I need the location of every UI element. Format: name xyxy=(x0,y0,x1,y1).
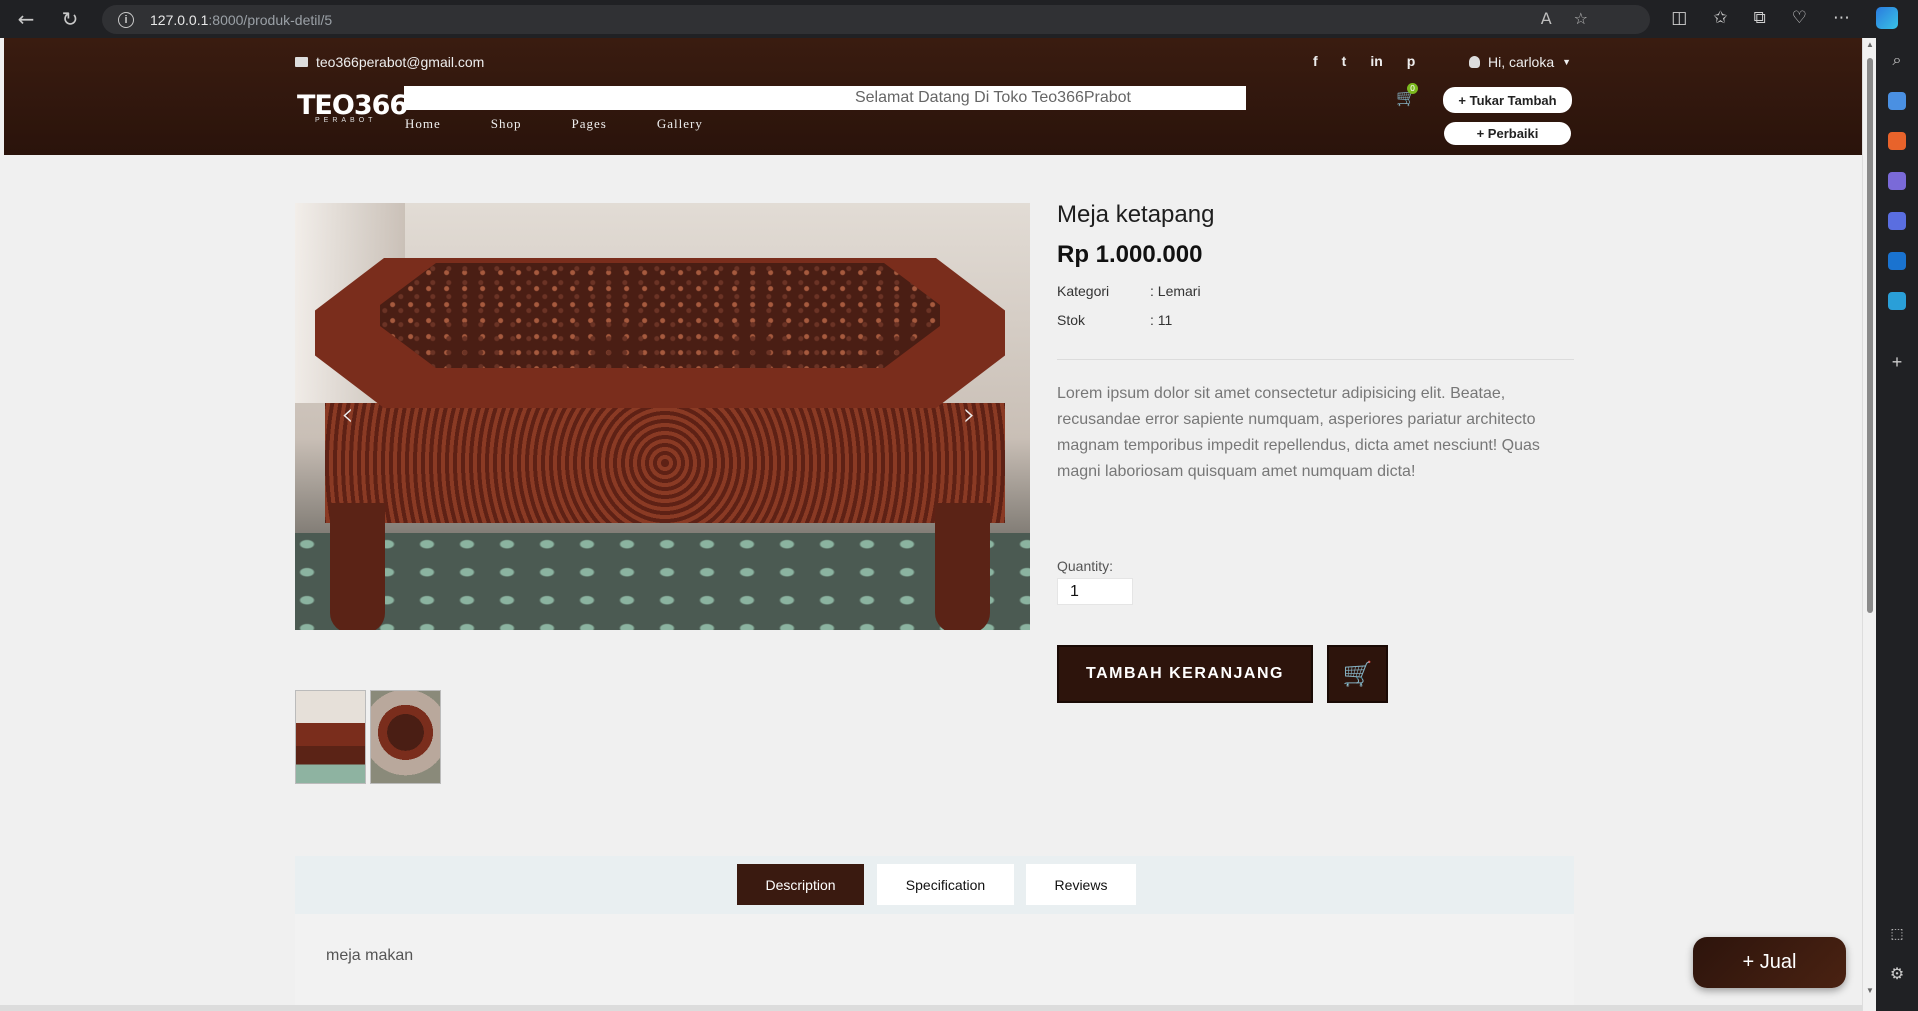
tab-description[interactable]: Description xyxy=(737,864,864,905)
product-description: Lorem ipsum dolor sit amet consectetur a… xyxy=(1057,385,1540,480)
user-greeting: Hi, carloka xyxy=(1488,54,1555,70)
edge-sidebar: ⌕ + ⬚ ⚙ xyxy=(1876,38,1918,1011)
cart-icon: 🛒 xyxy=(1342,660,1373,688)
jual-button[interactable]: + Jual xyxy=(1693,937,1846,988)
more-menu-icon[interactable]: ⋯ xyxy=(1833,8,1850,28)
product-title: Meja ketapang xyxy=(1057,201,1215,228)
nav-home[interactable]: Home xyxy=(405,116,441,132)
image-table-apron xyxy=(325,403,1005,523)
category-label: Kategori xyxy=(1057,283,1110,299)
settings-icon[interactable]: ⚙ xyxy=(1890,964,1904,984)
twitter-icon[interactable]: t xyxy=(1342,53,1347,69)
scroll-up-icon[interactable]: ▲ xyxy=(1866,40,1874,49)
welcome-banner: Selamat Datang Di Toko Teo366Prabot xyxy=(404,86,1246,110)
read-aloud-icon[interactable]: A xyxy=(1541,9,1552,28)
outlook-icon[interactable] xyxy=(1888,252,1906,270)
nav-pages[interactable]: Pages xyxy=(572,116,607,132)
product-thumbnail-2[interactable] xyxy=(370,690,441,784)
quantity-label: Quantity: xyxy=(1057,558,1114,574)
product-image-carousel[interactable]: ‹ › xyxy=(295,203,1030,630)
tab-reviews[interactable]: Reviews xyxy=(1026,864,1136,905)
tools-icon[interactable] xyxy=(1888,132,1906,150)
favorite-star-icon[interactable]: ☆ xyxy=(1574,9,1588,28)
tukar-tambah-button[interactable]: + Tukar Tambah xyxy=(1443,87,1572,113)
nav-shop[interactable]: Shop xyxy=(491,116,522,132)
nav-gallery[interactable]: Gallery xyxy=(657,116,703,132)
search-icon[interactable]: ⌕ xyxy=(1893,52,1902,70)
stock-label: Stok xyxy=(1057,312,1086,328)
games-icon[interactable] xyxy=(1888,172,1906,190)
page: teo366perabot@gmail.com f t in p Hi, car… xyxy=(4,38,1862,1011)
social-links: f t in p xyxy=(1313,53,1415,69)
url-host: 127.0.0.1 xyxy=(150,11,209,28)
split-screen-icon[interactable]: ◫ xyxy=(1671,8,1687,28)
copilot-side-icon[interactable] xyxy=(1888,212,1906,230)
reload-icon[interactable]: ↻ xyxy=(52,1,88,37)
image-table-leg xyxy=(330,503,385,630)
browser-toolbar: ← ↻ i 127.0.0.1:8000/produk-detil/5 A ☆ … xyxy=(0,0,1918,38)
image-table-leg xyxy=(935,503,990,630)
cart-button[interactable]: 🛒 xyxy=(1327,645,1388,703)
stock-value: : 11 xyxy=(1150,312,1173,328)
cart-count-badge: 0 xyxy=(1407,83,1418,94)
site-logo[interactable]: TEO366 PERABOT xyxy=(297,90,408,124)
page-scrollbar[interactable]: ▲ ▼ xyxy=(1862,38,1876,1011)
user-icon xyxy=(1469,56,1480,68)
caret-down-icon: ▼ xyxy=(1562,57,1572,67)
tab-panel xyxy=(295,914,1574,1011)
site-header: teo366perabot@gmail.com f t in p Hi, car… xyxy=(4,38,1862,155)
tab-content: meja makan xyxy=(326,947,414,964)
image-floor xyxy=(295,533,1030,630)
url-path: :8000/produk-detil/5 xyxy=(208,11,333,28)
screenshot-icon[interactable]: ⬚ xyxy=(1890,925,1903,942)
product-price: Rp 1.000.000 xyxy=(1057,241,1203,268)
add-icon[interactable]: + xyxy=(1892,352,1903,373)
quantity-input[interactable]: 1 xyxy=(1057,578,1133,605)
telegram-icon[interactable] xyxy=(1888,292,1906,310)
site-info-icon[interactable]: i xyxy=(118,11,134,28)
mail-icon xyxy=(295,57,308,67)
linkedin-icon[interactable]: in xyxy=(1370,53,1382,69)
product-stock: Stok : 11 xyxy=(1057,312,1172,328)
scroll-down-icon[interactable]: ▼ xyxy=(1866,986,1874,995)
main-nav: Home Shop Pages Gallery xyxy=(405,116,703,132)
tab-specification[interactable]: Specification xyxy=(877,864,1014,905)
product-category: Kategori : Lemari xyxy=(1057,283,1201,299)
contact-email: teo366perabot@gmail.com xyxy=(295,54,484,70)
facebook-icon[interactable]: f xyxy=(1313,53,1318,69)
add-to-cart-button[interactable]: TAMBAH KERANJANG xyxy=(1057,645,1313,703)
user-menu[interactable]: Hi, carloka ▼ xyxy=(1469,54,1571,70)
favorites-icon[interactable]: ✩ xyxy=(1713,8,1727,28)
health-icon[interactable]: ♡ xyxy=(1792,8,1807,28)
back-icon[interactable]: ← xyxy=(8,1,44,37)
shopping-icon[interactable] xyxy=(1888,92,1906,110)
carousel-prev-icon[interactable]: ‹ xyxy=(341,395,354,433)
product-thumbnail-1[interactable] xyxy=(295,690,366,784)
email-text: teo366perabot@gmail.com xyxy=(316,54,485,70)
collections-icon[interactable]: ⧉ xyxy=(1754,8,1766,28)
category-value: : Lemari xyxy=(1150,283,1201,299)
divider xyxy=(1057,359,1574,360)
cart-icon[interactable]: 🛒 0 xyxy=(1396,83,1418,107)
copilot-icon[interactable] xyxy=(1876,7,1898,29)
address-bar[interactable]: i 127.0.0.1:8000/produk-detil/5 xyxy=(102,5,1650,34)
welcome-text: Selamat Datang Di Toko Teo366Prabot xyxy=(854,89,1131,106)
pinterest-icon[interactable]: p xyxy=(1407,53,1416,69)
scroll-thumb[interactable] xyxy=(1867,58,1873,613)
bottom-scrollbar[interactable] xyxy=(0,1005,1862,1011)
image-table-inlay xyxy=(380,263,940,368)
perbaiki-button[interactable]: + Perbaiki xyxy=(1444,122,1571,145)
carousel-next-icon[interactable]: › xyxy=(963,395,976,433)
